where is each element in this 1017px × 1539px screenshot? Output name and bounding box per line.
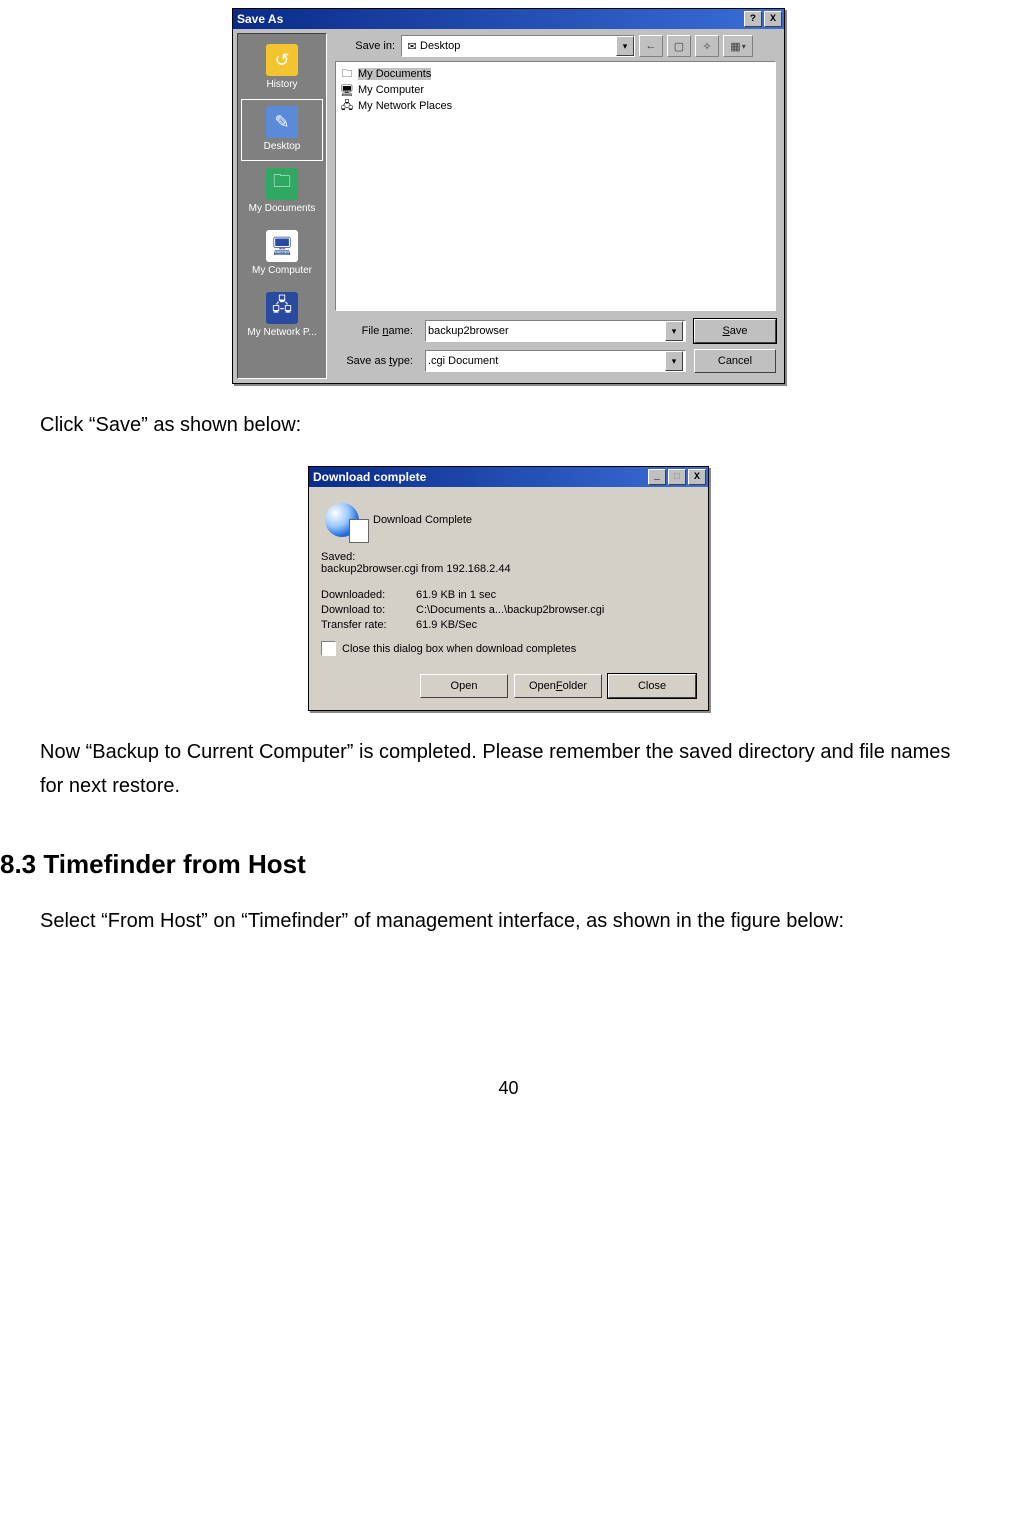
close-when-complete-checkbox[interactable] [321, 641, 336, 656]
file-name-value: backup2browser [428, 325, 509, 337]
history-icon: ↺ [266, 44, 298, 76]
place-history-label: History [242, 79, 322, 90]
list-item[interactable]: 🖥 My Computer [340, 82, 771, 98]
help-button[interactable]: ? [744, 11, 762, 27]
file-list-my-network-places: My Network Places [358, 100, 452, 112]
download-globe-icon [325, 503, 359, 537]
cancel-button[interactable]: Cancel [694, 349, 776, 373]
chevron-down-icon[interactable]: ▾ [616, 36, 634, 56]
close-when-complete-label: Close this dialog box when download comp… [342, 643, 576, 655]
computer-icon: 🖥 [340, 83, 354, 97]
my-documents-icon: 🗀 [266, 168, 298, 200]
save-as-dialog: Save As ? X ↺ History ✎ Desktop 🗀 [232, 8, 785, 384]
transfer-rate-label: Transfer rate: [321, 619, 416, 631]
place-desktop-label: Desktop [242, 141, 322, 152]
save-button[interactable]: Save [694, 319, 776, 343]
nav-views-button[interactable]: ▦▾ [723, 35, 753, 57]
file-name-label: File name: [335, 325, 417, 337]
instruction-text-2: Now “Backup to Current Computer” is comp… [40, 735, 977, 803]
save-as-titlebar: Save As ? X [233, 9, 784, 29]
list-item[interactable]: 🗀 My Documents [340, 66, 771, 82]
page-number: 40 [40, 1078, 977, 1099]
network-icon: 🖧 [340, 99, 354, 113]
section-heading: 8.3 Timefinder from Host [0, 849, 977, 880]
folder-icon: 🗀 [340, 67, 354, 81]
place-desktop[interactable]: ✎ Desktop [242, 100, 322, 160]
chevron-down-icon[interactable]: ▾ [665, 351, 683, 371]
place-my-computer-label: My Computer [242, 265, 322, 276]
downloaded-value: 61.9 KB in 1 sec [416, 589, 496, 601]
place-my-documents-label: My Documents [242, 203, 322, 214]
my-network-icon: 🖧 [266, 292, 298, 324]
list-item[interactable]: 🖧 My Network Places [340, 98, 771, 114]
document-icon [349, 519, 369, 543]
download-complete-dialog: Download complete _ □ X Download Complet… [308, 466, 709, 711]
download-complete-titlebar: Download complete _ □ X [309, 467, 708, 487]
file-list[interactable]: 🗀 My Documents 🖥 My Computer 🖧 My Networ… [335, 61, 776, 311]
place-history[interactable]: ↺ History [242, 38, 322, 98]
maximize-button[interactable]: □ [668, 469, 686, 485]
save-in-dropdown[interactable]: ✉ Desktop ▾ [401, 35, 635, 57]
nav-up-button[interactable]: ▢ [667, 35, 691, 57]
file-list-my-computer: My Computer [358, 84, 424, 96]
save-as-type-value: .cgi Document [428, 355, 498, 367]
file-name-input[interactable]: backup2browser ▾ [425, 320, 686, 342]
minimize-button[interactable]: _ [648, 469, 666, 485]
close-button[interactable]: X [764, 11, 782, 27]
close-dialog-button[interactable]: Close [608, 674, 696, 698]
place-my-network[interactable]: 🖧 My Network P... [242, 286, 322, 346]
instruction-text-1: Click “Save” as shown below: [40, 408, 977, 442]
saved-value: backup2browser.cgi from 192.168.2.44 [321, 563, 696, 575]
places-bar: ↺ History ✎ Desktop 🗀 My Documents 🖥 My … [237, 33, 327, 379]
downloaded-label: Downloaded: [321, 589, 416, 601]
place-my-computer[interactable]: 🖥 My Computer [242, 224, 322, 284]
save-as-title: Save As [237, 12, 283, 26]
save-as-type-label: Save as type: [335, 355, 417, 367]
open-button[interactable]: Open [420, 674, 508, 698]
save-as-type-input[interactable]: .cgi Document ▾ [425, 350, 686, 372]
place-my-documents[interactable]: 🗀 My Documents [242, 162, 322, 222]
save-in-label: Save in: [335, 40, 401, 52]
my-computer-icon: 🖥 [266, 230, 298, 262]
desktop-icon: ✎ [266, 106, 298, 138]
download-complete-title: Download complete [313, 470, 426, 484]
download-to-value: C:\Documents a...\backup2browser.cgi [416, 604, 604, 616]
save-in-value: Desktop [420, 40, 460, 52]
instruction-text-3: Select “From Host” on “Timefinder” of ma… [40, 904, 977, 938]
download-to-label: Download to: [321, 604, 416, 616]
transfer-rate-value: 61.9 KB/Sec [416, 619, 477, 631]
open-folder-button[interactable]: Open Folder [514, 674, 602, 698]
close-button[interactable]: X [688, 469, 706, 485]
saved-label: Saved: [321, 551, 696, 563]
place-my-network-label: My Network P... [242, 327, 322, 338]
desktop-small-icon: ✉ [404, 40, 420, 53]
download-complete-heading: Download Complete [373, 514, 472, 526]
nav-back-button[interactable]: ← [639, 35, 663, 57]
chevron-down-icon[interactable]: ▾ [665, 321, 683, 341]
nav-new-folder-button[interactable]: ✧ [695, 35, 719, 57]
file-list-my-documents: My Documents [358, 68, 431, 80]
